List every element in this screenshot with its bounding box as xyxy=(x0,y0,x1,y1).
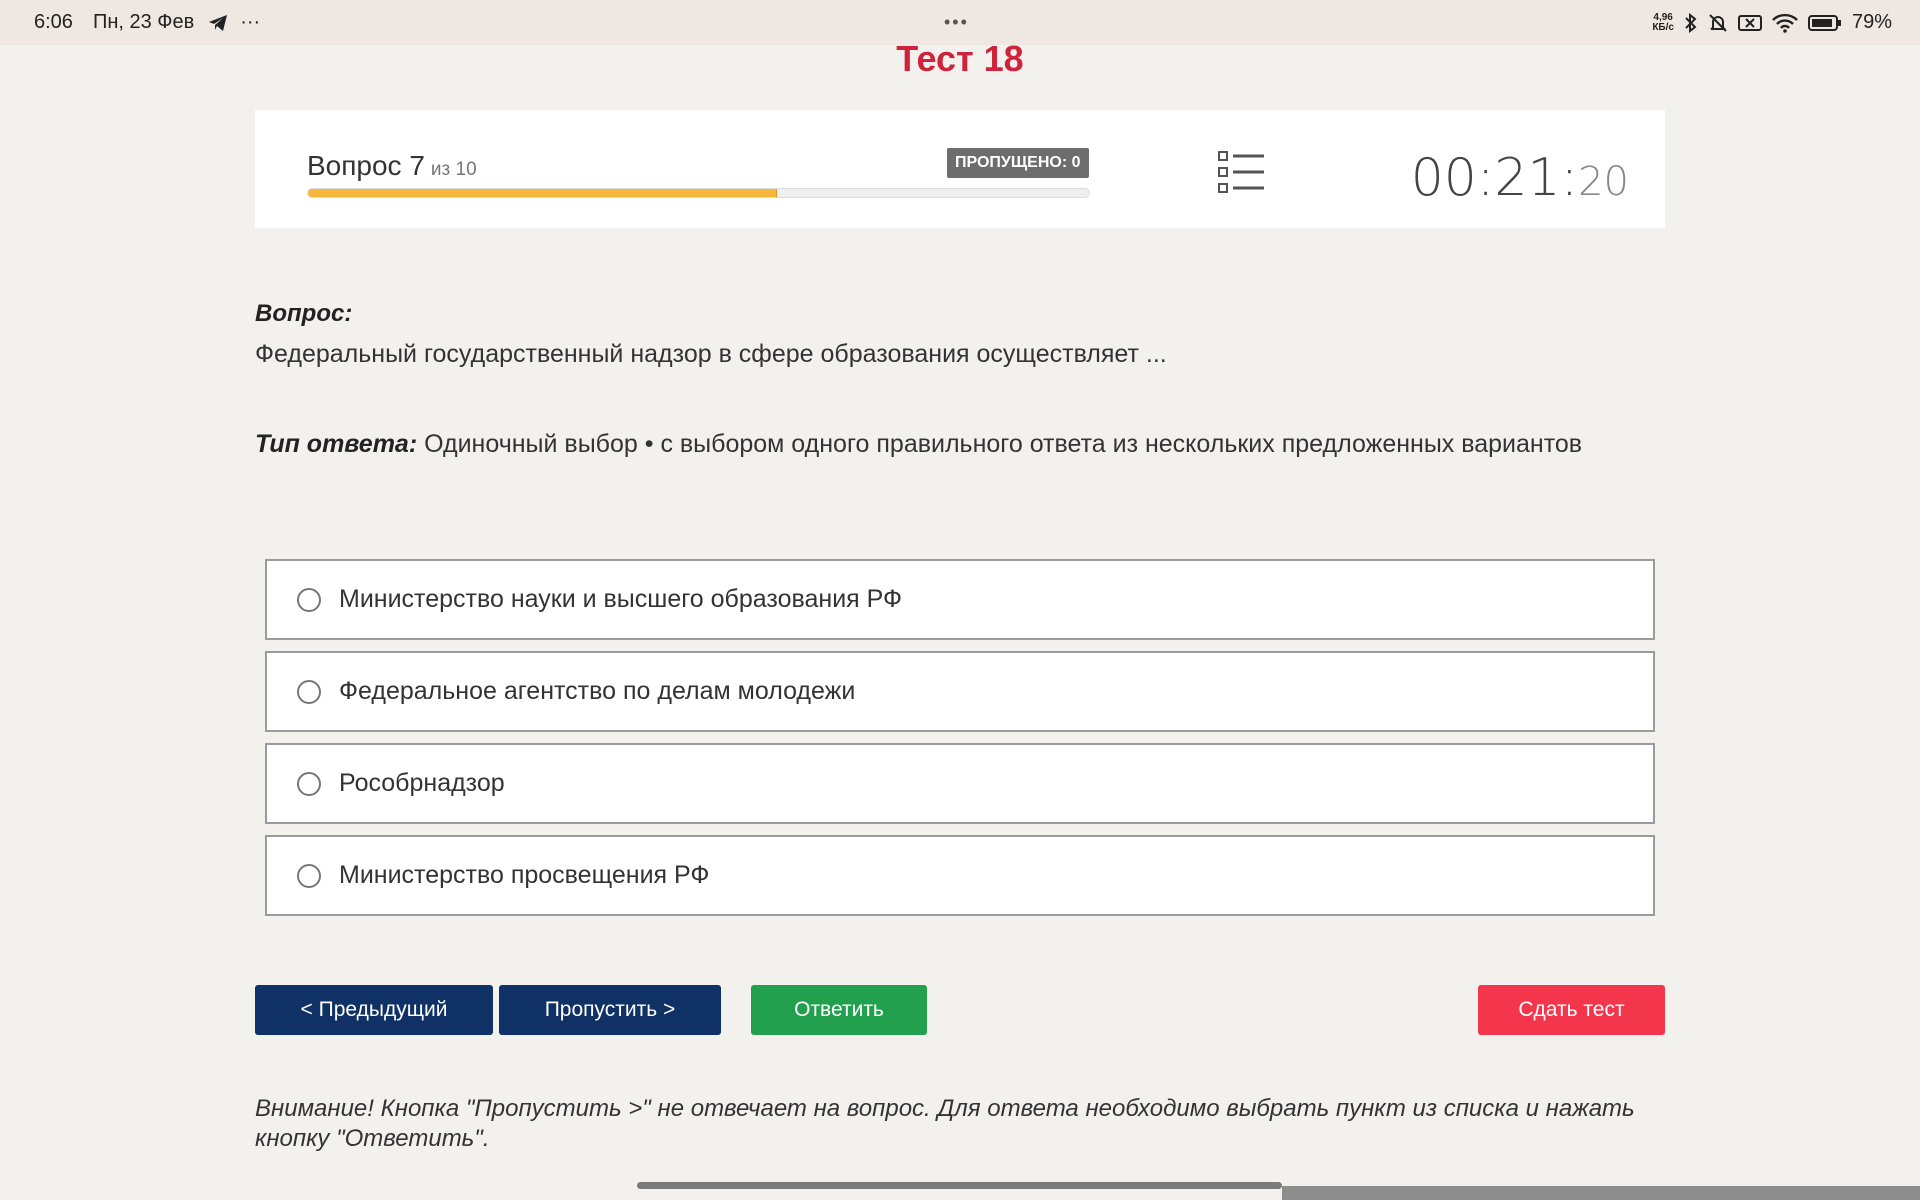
status-date: Пн, 23 Фев xyxy=(92,11,195,33)
previous-button[interactable]: < Предыдущий xyxy=(255,985,493,1035)
option-label: Федеральное агентство по делам молодежи xyxy=(339,677,856,705)
skipped-badge: ПРОПУЩЕНО: 0 xyxy=(947,148,1089,178)
radio-button[interactable] xyxy=(297,863,321,888)
horizontal-scrollbar[interactable] xyxy=(1282,1186,1920,1200)
telegram-icon xyxy=(208,14,228,32)
question-list-icon[interactable] xyxy=(1217,150,1265,199)
battery-icon xyxy=(1807,14,1842,32)
answer-options: Министерство науки и высшего образования… xyxy=(265,559,1655,927)
status-time: 6:06 xyxy=(34,11,73,33)
timer: 00:21:20 xyxy=(1410,148,1629,208)
wifi-icon xyxy=(1772,13,1798,33)
answer-option[interactable]: Рособрнадзор xyxy=(265,743,1655,824)
answer-button[interactable]: Ответить xyxy=(751,985,927,1035)
radio-button[interactable] xyxy=(297,587,321,612)
option-label: Министерство науки и высшего образования… xyxy=(339,585,903,613)
question-counter: Вопрос 7 из 10 xyxy=(307,150,477,181)
radio-button[interactable] xyxy=(297,771,321,796)
bluetooth-icon xyxy=(1684,12,1698,33)
answer-option[interactable]: Министерство просвещения РФ xyxy=(265,835,1655,916)
option-label: Рособрнадзор xyxy=(339,769,505,797)
question-text: Федеральный государственный надзор в сфе… xyxy=(255,340,1167,368)
radio-button[interactable] xyxy=(297,679,321,704)
skip-button[interactable]: Пропустить > xyxy=(499,985,721,1035)
question-label: Вопрос: xyxy=(255,300,353,327)
notice-text: Внимание! Кнопка "Пропустить >" не отвеч… xyxy=(255,1095,1635,1152)
page-title: Тест 18 xyxy=(896,38,1024,79)
battery-percent: 79% xyxy=(1851,11,1892,33)
progress-bar xyxy=(307,188,1090,198)
status-more: ··· xyxy=(240,11,261,33)
progress-fill xyxy=(308,189,777,197)
gesture-handle[interactable] xyxy=(637,1182,1282,1189)
question-header: Вопрос 7 из 10 ПРОПУЩЕНО: 0 00:21:20 xyxy=(255,110,1665,228)
window-dots-icon[interactable]: ••• xyxy=(944,12,969,33)
sim-off-icon xyxy=(1737,14,1762,32)
option-label: Министерство просвещения РФ xyxy=(339,861,710,889)
network-speed: 4,96 КБ/с xyxy=(1652,11,1674,33)
answer-option[interactable]: Федеральное агентство по делам молодежи xyxy=(265,651,1655,732)
bell-off-icon xyxy=(1708,13,1728,33)
answer-option[interactable]: Министерство науки и высшего образования… xyxy=(265,559,1655,640)
finish-test-button[interactable]: Сдать тест xyxy=(1478,985,1665,1035)
answer-type: Тип ответа: Одиночный выбор • с выбором … xyxy=(255,430,1583,458)
